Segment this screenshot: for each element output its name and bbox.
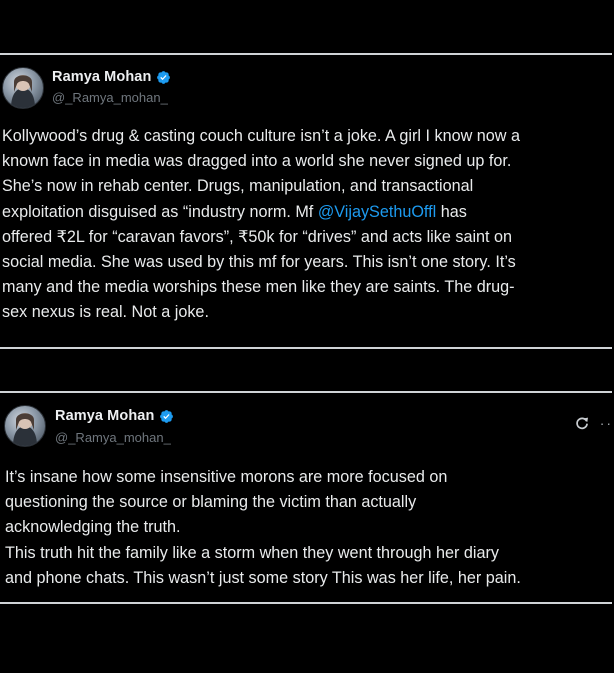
display-name[interactable]: Ramya Mohan — [52, 69, 151, 85]
tweet-card: Ramya Mohan @_Ramya_mohan_ · · It’s insa… — [0, 391, 612, 604]
tweet-card: Ramya Mohan @_Ramya_mohan_ ⋮ Kollywood’s… — [0, 53, 612, 349]
handle[interactable]: @_Ramya_mohan_ — [55, 430, 171, 445]
verified-badge-icon — [160, 409, 174, 423]
mention-link[interactable]: @VijaySethuOffl — [318, 203, 436, 221]
author-row: Ramya Mohan — [55, 408, 174, 424]
avatar[interactable] — [2, 67, 44, 109]
display-name[interactable]: Ramya Mohan — [55, 408, 154, 424]
more-icon[interactable]: · · — [600, 415, 611, 431]
author-row: Ramya Mohan — [52, 69, 171, 85]
tweet-text: It’s insane how some insensitive morons … — [5, 468, 521, 587]
tweet-text: Kollywood’s drug & casting couch culture… — [2, 124, 614, 326]
repost-icon[interactable] — [574, 415, 590, 431]
tweet-actions: · · — [574, 415, 611, 431]
more-icon[interactable]: ⋮ — [606, 67, 612, 73]
handle[interactable]: @_Ramya_mohan_ — [52, 90, 168, 105]
avatar[interactable] — [4, 405, 46, 447]
verified-badge-icon — [157, 70, 171, 84]
